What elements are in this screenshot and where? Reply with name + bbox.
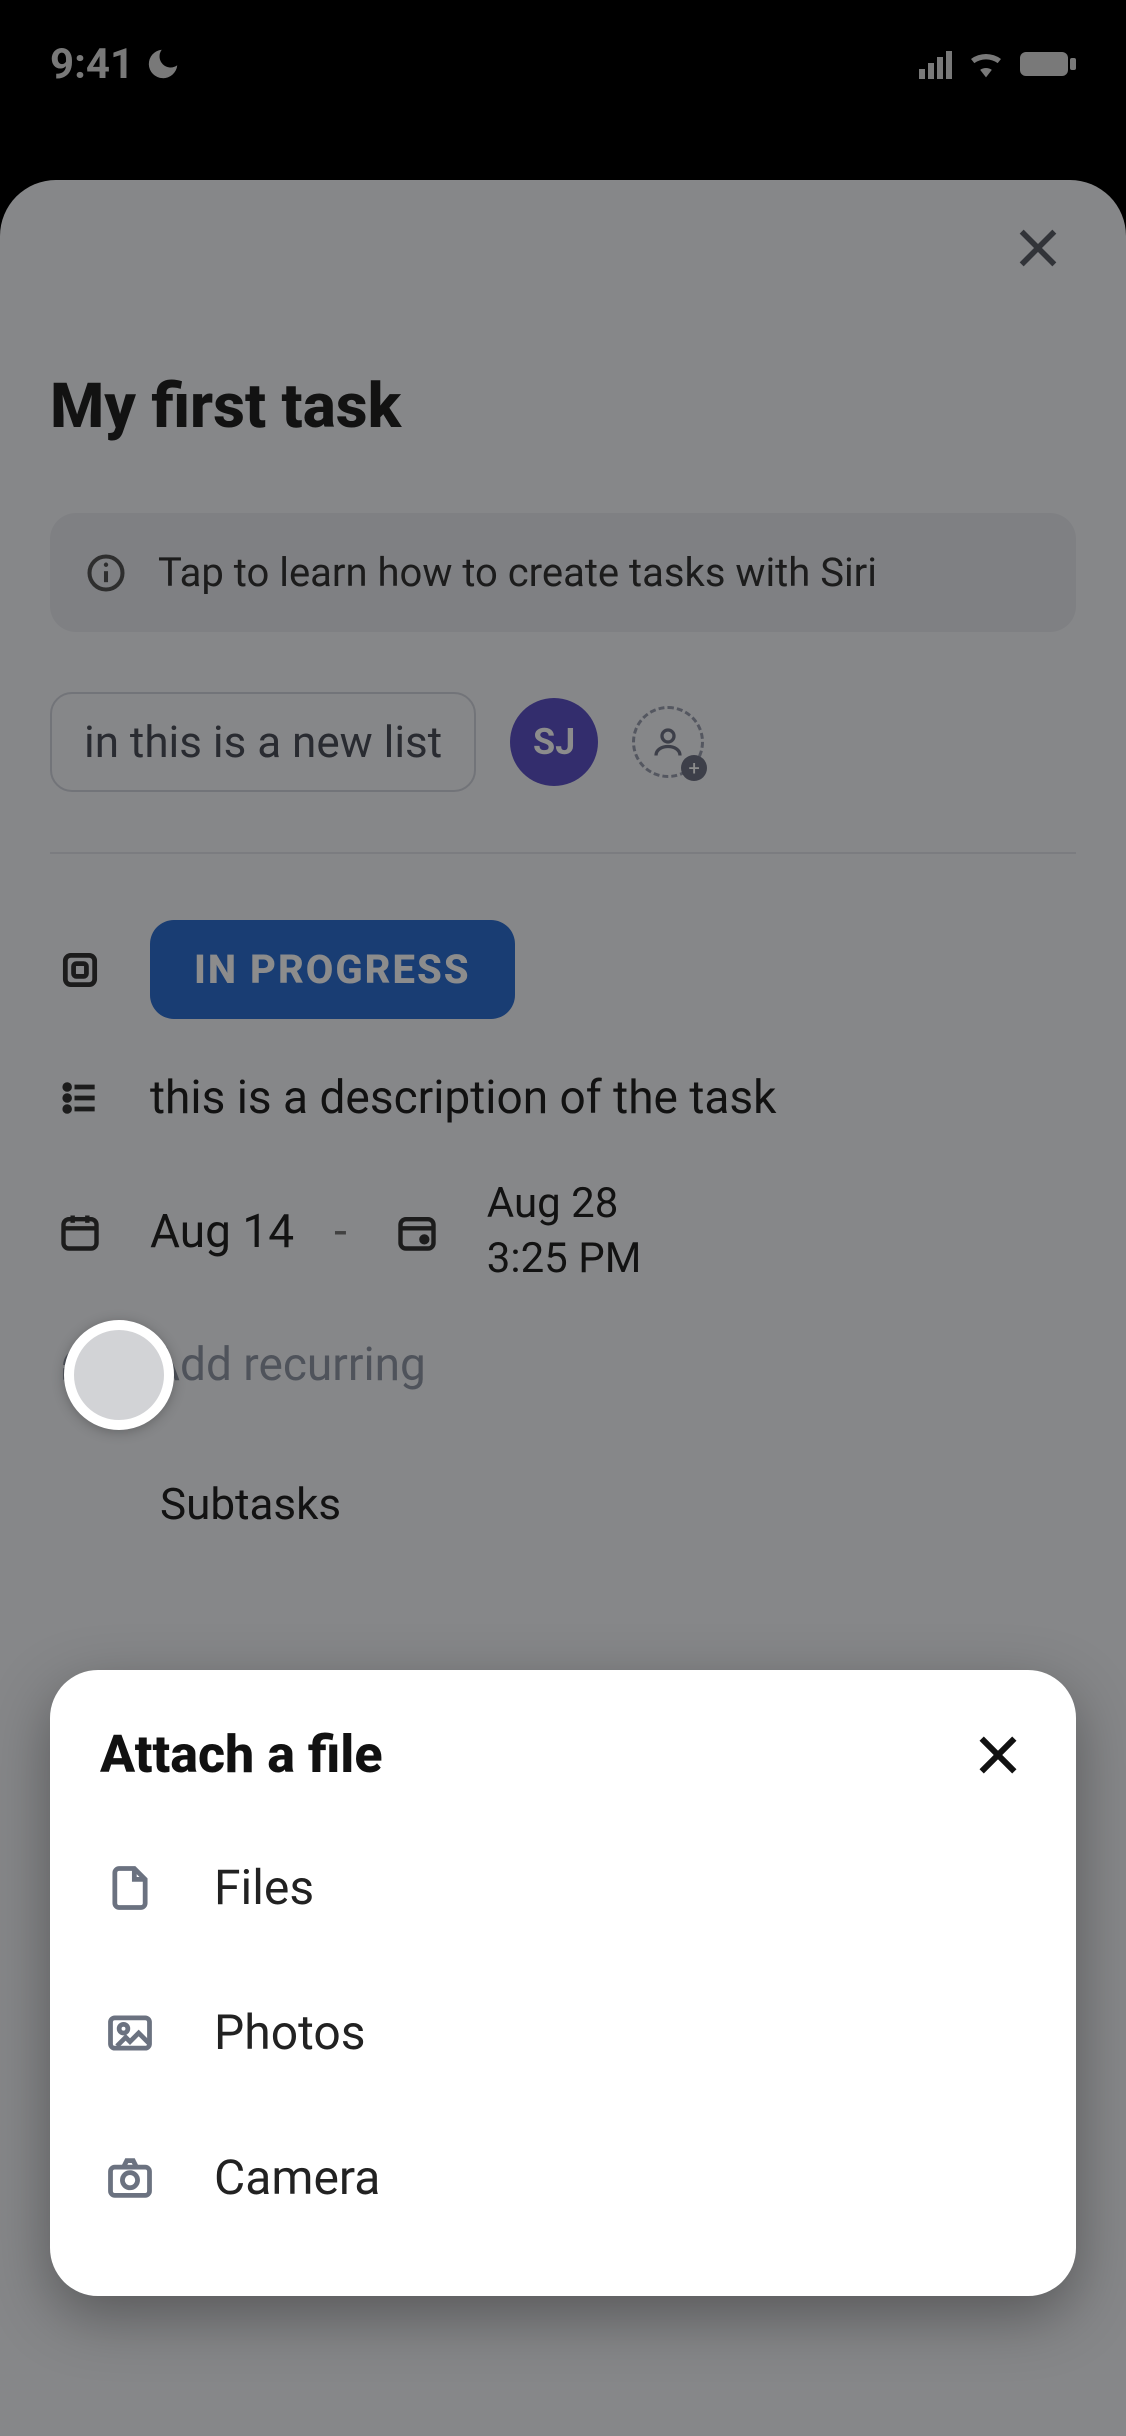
- screen: 9:41 My first task Tap to learn how to c…: [0, 0, 1126, 2436]
- attach-option-label: Files: [214, 1859, 314, 1916]
- attach-option-files[interactable]: Files: [100, 1815, 1026, 1960]
- attach-option-camera[interactable]: Camera: [100, 2105, 1026, 2250]
- attach-option-photos[interactable]: Photos: [100, 1960, 1026, 2105]
- attach-option-label: Camera: [214, 2149, 380, 2206]
- close-icon: [970, 1727, 1026, 1783]
- camera-icon: [100, 2152, 160, 2204]
- sheet-close-button[interactable]: [970, 1727, 1026, 1783]
- file-icon: [100, 1862, 160, 1914]
- attach-option-label: Photos: [214, 2004, 365, 2061]
- sheet-title: Attach a file: [100, 1724, 383, 1785]
- attach-file-sheet: Attach a file Files Photos: [50, 1670, 1076, 2296]
- photo-icon: [100, 2007, 160, 2059]
- assistive-touch-indicator[interactable]: [64, 1320, 174, 1430]
